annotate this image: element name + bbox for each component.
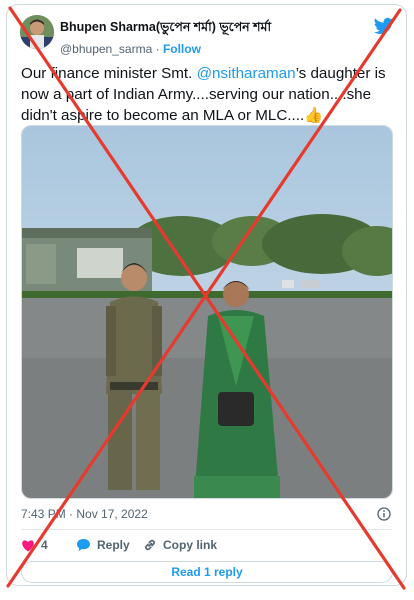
reply-label: Reply <box>97 538 130 552</box>
speech-bubble-icon <box>77 539 90 551</box>
copy-link-button[interactable]: Copy link <box>143 535 217 555</box>
read-replies-button[interactable]: Read 1 reply <box>21 561 393 583</box>
mention-link[interactable]: @nsitharaman <box>197 65 296 82</box>
heart-icon <box>22 539 34 551</box>
tweet-photo[interactable] <box>21 125 393 499</box>
tweet-text-part-1: Our finance minister Smt. <box>21 65 197 82</box>
timestamp-row: 7:43 PM · Nov 17, 2022 <box>21 507 391 523</box>
tweet-header: Bhupen Sharma(ভুপেন শৰ্মা) ভূপেন শৰ্মা @… <box>20 15 396 56</box>
user-handle[interactable]: @bhupen_sarma <box>60 42 152 56</box>
twitter-bird-icon[interactable] <box>374 17 394 35</box>
like-button[interactable]: 4 <box>21 535 48 555</box>
thumbs-up-emoji: 👍 <box>304 107 324 124</box>
tweet-text: Our finance minister Smt. @nsitharaman’s… <box>21 63 399 126</box>
reply-button[interactable]: Reply <box>76 535 130 555</box>
link-icon <box>145 539 155 551</box>
avatar[interactable] <box>20 15 54 49</box>
info-icon[interactable] <box>377 507 391 521</box>
display-name[interactable]: Bhupen Sharma(ভুপেন শৰ্মা) ভূপেন শৰ্মা <box>60 19 271 39</box>
like-count: 4 <box>41 538 48 552</box>
separator-dot: · <box>155 42 160 56</box>
follow-button[interactable]: Follow <box>163 42 201 56</box>
tweet-card: Bhupen Sharma(ভুপেন শৰ্মা) ভূপেন শৰ্মা @… <box>6 4 407 586</box>
divider <box>21 529 392 530</box>
action-bar: 4 Reply Copy link <box>21 535 391 555</box>
tweet-timestamp[interactable]: 7:43 PM · Nov 17, 2022 <box>21 507 148 521</box>
copy-link-label: Copy link <box>163 538 218 552</box>
